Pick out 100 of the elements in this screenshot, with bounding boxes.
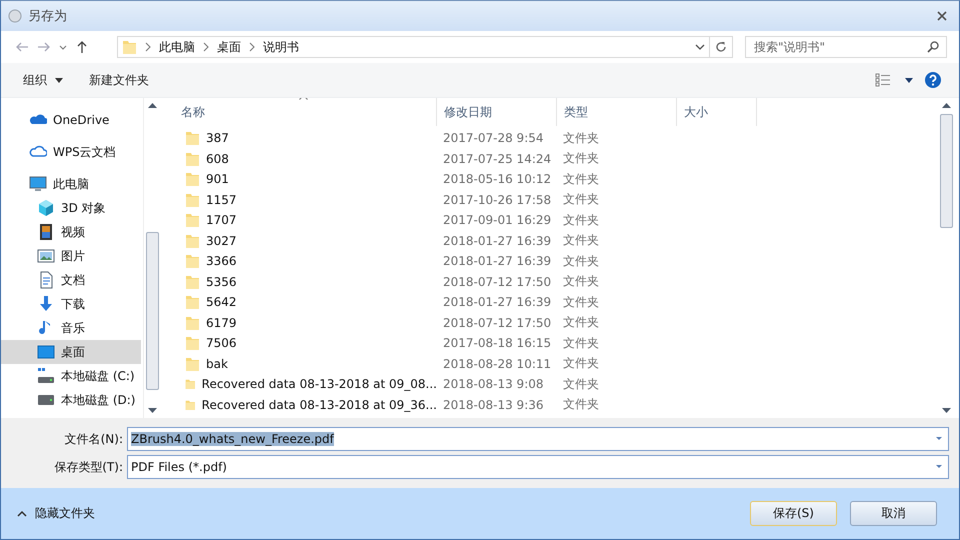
column-header[interactable]: 类型	[557, 98, 677, 126]
file-name[interactable]: 6179	[206, 316, 237, 330]
hide-folders-toggle[interactable]: 隐藏文件夹	[17, 505, 95, 522]
file-type: 文件夹	[562, 232, 600, 250]
file-name[interactable]: 387	[206, 131, 229, 146]
organize-menu[interactable]: 组织	[15, 68, 71, 92]
sidebar-item[interactable]: 图片	[1, 244, 141, 268]
column-header[interactable]: 大小	[677, 98, 757, 126]
sidebar-item[interactable]: 本地磁盘 (D:)	[1, 388, 141, 412]
sidebar-item[interactable]: 视频	[1, 220, 141, 244]
folder-icon	[122, 39, 137, 55]
folder-icon	[185, 212, 200, 228]
sidebar-item[interactable]: 音乐	[1, 316, 141, 340]
modified-date: 2018-07-12 17:50	[442, 316, 552, 330]
file-type: 文件夹	[562, 355, 600, 372]
column-header[interactable]: 名称	[161, 98, 437, 126]
file-type-dropdown[interactable]: PDF Files (*.pdf)	[127, 455, 949, 479]
file-type: 文件夹	[562, 273, 600, 290]
modified-date: 2017-09-01 16:29	[442, 213, 552, 228]
help-icon[interactable]	[925, 72, 941, 88]
search-icon	[927, 41, 939, 53]
folder-icon	[185, 232, 200, 249]
file-type: 文件夹	[562, 170, 600, 188]
folder-icon	[185, 335, 200, 352]
file-type: 文件夹	[562, 376, 600, 393]
sidebar-item[interactable]: WPS云文档	[1, 140, 141, 164]
view-icon[interactable]	[875, 73, 891, 87]
folder-icon	[185, 192, 200, 208]
drive-icon	[37, 367, 55, 385]
file-name[interactable]: Recovered data 08-13-2018 at 09_08...	[202, 377, 437, 392]
refresh-icon[interactable]	[715, 41, 727, 53]
file-name[interactable]: 5642	[206, 295, 237, 310]
file-name-field[interactable]: ZBrush4.0_whats_new_Freeze.pdf	[127, 427, 949, 451]
modified-date: 2018-01-27 16:39	[442, 254, 552, 268]
folder-icon	[185, 356, 200, 372]
chevron-icon	[145, 42, 151, 52]
folder-icon	[185, 314, 200, 331]
sidebar-item[interactable]: 文档	[1, 268, 141, 292]
new-folder-button[interactable]: 新建文件夹	[81, 68, 157, 92]
window-title: 另存为	[28, 8, 67, 25]
modified-date: 2017-08-18 16:15	[442, 336, 552, 350]
modified-date: 2017-07-25 14:24	[442, 152, 552, 166]
field-label: 文件名(N):	[64, 430, 124, 448]
cancel-button[interactable]: 取消	[850, 501, 937, 526]
sidebar-item[interactable]: 下载	[1, 292, 141, 316]
file-type: 文件夹	[562, 334, 600, 352]
file-name[interactable]: 3366	[206, 254, 237, 268]
file-type: 文件夹	[562, 150, 600, 168]
folder-icon	[185, 274, 200, 290]
scrollbar-thumb[interactable]	[940, 114, 953, 228]
modified-date: 2018-08-28 10:11	[442, 356, 552, 371]
file-name[interactable]: Recovered data 08-13-2018 at 09_36...	[202, 398, 437, 412]
sidebar-item[interactable]: 桌面	[1, 340, 141, 364]
file-type: 文件夹	[562, 396, 600, 414]
address-bar[interactable]: 此电脑 桌面 说明书	[117, 36, 733, 58]
scrollbar-thumb[interactable]	[146, 232, 159, 390]
sidebar-item[interactable]: 3D 对象	[1, 196, 141, 220]
file-name[interactable]: 1707	[206, 213, 237, 228]
folder-icon	[185, 130, 200, 146]
breadcrumb[interactable]: 说明书	[263, 38, 299, 56]
sidebar-item[interactable]: OneDrive	[1, 108, 141, 132]
chevron-icon	[249, 42, 255, 52]
column-header[interactable]: 修改日期	[437, 98, 557, 126]
modified-date: 2018-05-16 10:12	[442, 172, 552, 186]
down-arrow-icon	[37, 295, 55, 313]
app-icon	[7, 8, 23, 24]
modified-date: 2017-07-28 9:54	[442, 131, 544, 146]
picture-icon	[37, 247, 55, 265]
monitor-icon	[29, 175, 47, 193]
chevron-icon	[203, 42, 209, 52]
chevron-down-icon[interactable]	[695, 43, 705, 51]
folder-icon	[185, 294, 200, 310]
folder-icon	[185, 253, 200, 270]
file-type: 文件夹	[562, 212, 600, 229]
modified-date: 2018-07-12 17:50	[442, 274, 552, 289]
up-arrow-icon[interactable]	[75, 40, 89, 54]
save-button[interactable]: 保存(S)	[750, 501, 837, 526]
modified-date: 2018-01-27 16:39	[442, 295, 552, 310]
desktop-icon	[37, 343, 55, 361]
search-field[interactable]: 搜索"说明书"	[745, 36, 947, 58]
file-name[interactable]: 5356	[206, 274, 237, 289]
field-label: 保存类型(T):	[53, 458, 124, 476]
folder-icon	[185, 171, 200, 188]
file-name[interactable]: 608	[206, 152, 229, 166]
file-type: 文件夹	[562, 130, 600, 147]
file-name[interactable]: bak	[206, 356, 228, 371]
breadcrumb[interactable]: 桌面	[217, 38, 241, 56]
caret-icon	[55, 78, 63, 82]
modified-date: 2018-08-13 9:36	[442, 398, 544, 412]
breadcrumb[interactable]: 此电脑	[159, 38, 195, 56]
sidebar-item[interactable]: 本地磁盘 (C:)	[1, 364, 141, 388]
sidebar-item[interactable]: 此电脑	[1, 172, 141, 196]
file-name[interactable]: 1157	[206, 192, 237, 207]
file-type: 文件夹	[562, 294, 600, 311]
modified-date: 2017-10-26 17:58	[442, 192, 552, 207]
file-name[interactable]: 3027	[206, 234, 237, 248]
caret-icon[interactable]	[905, 78, 913, 82]
file-name[interactable]: 901	[206, 172, 229, 186]
file-type: 文件夹	[562, 191, 600, 208]
file-name[interactable]: 7506	[206, 336, 237, 350]
